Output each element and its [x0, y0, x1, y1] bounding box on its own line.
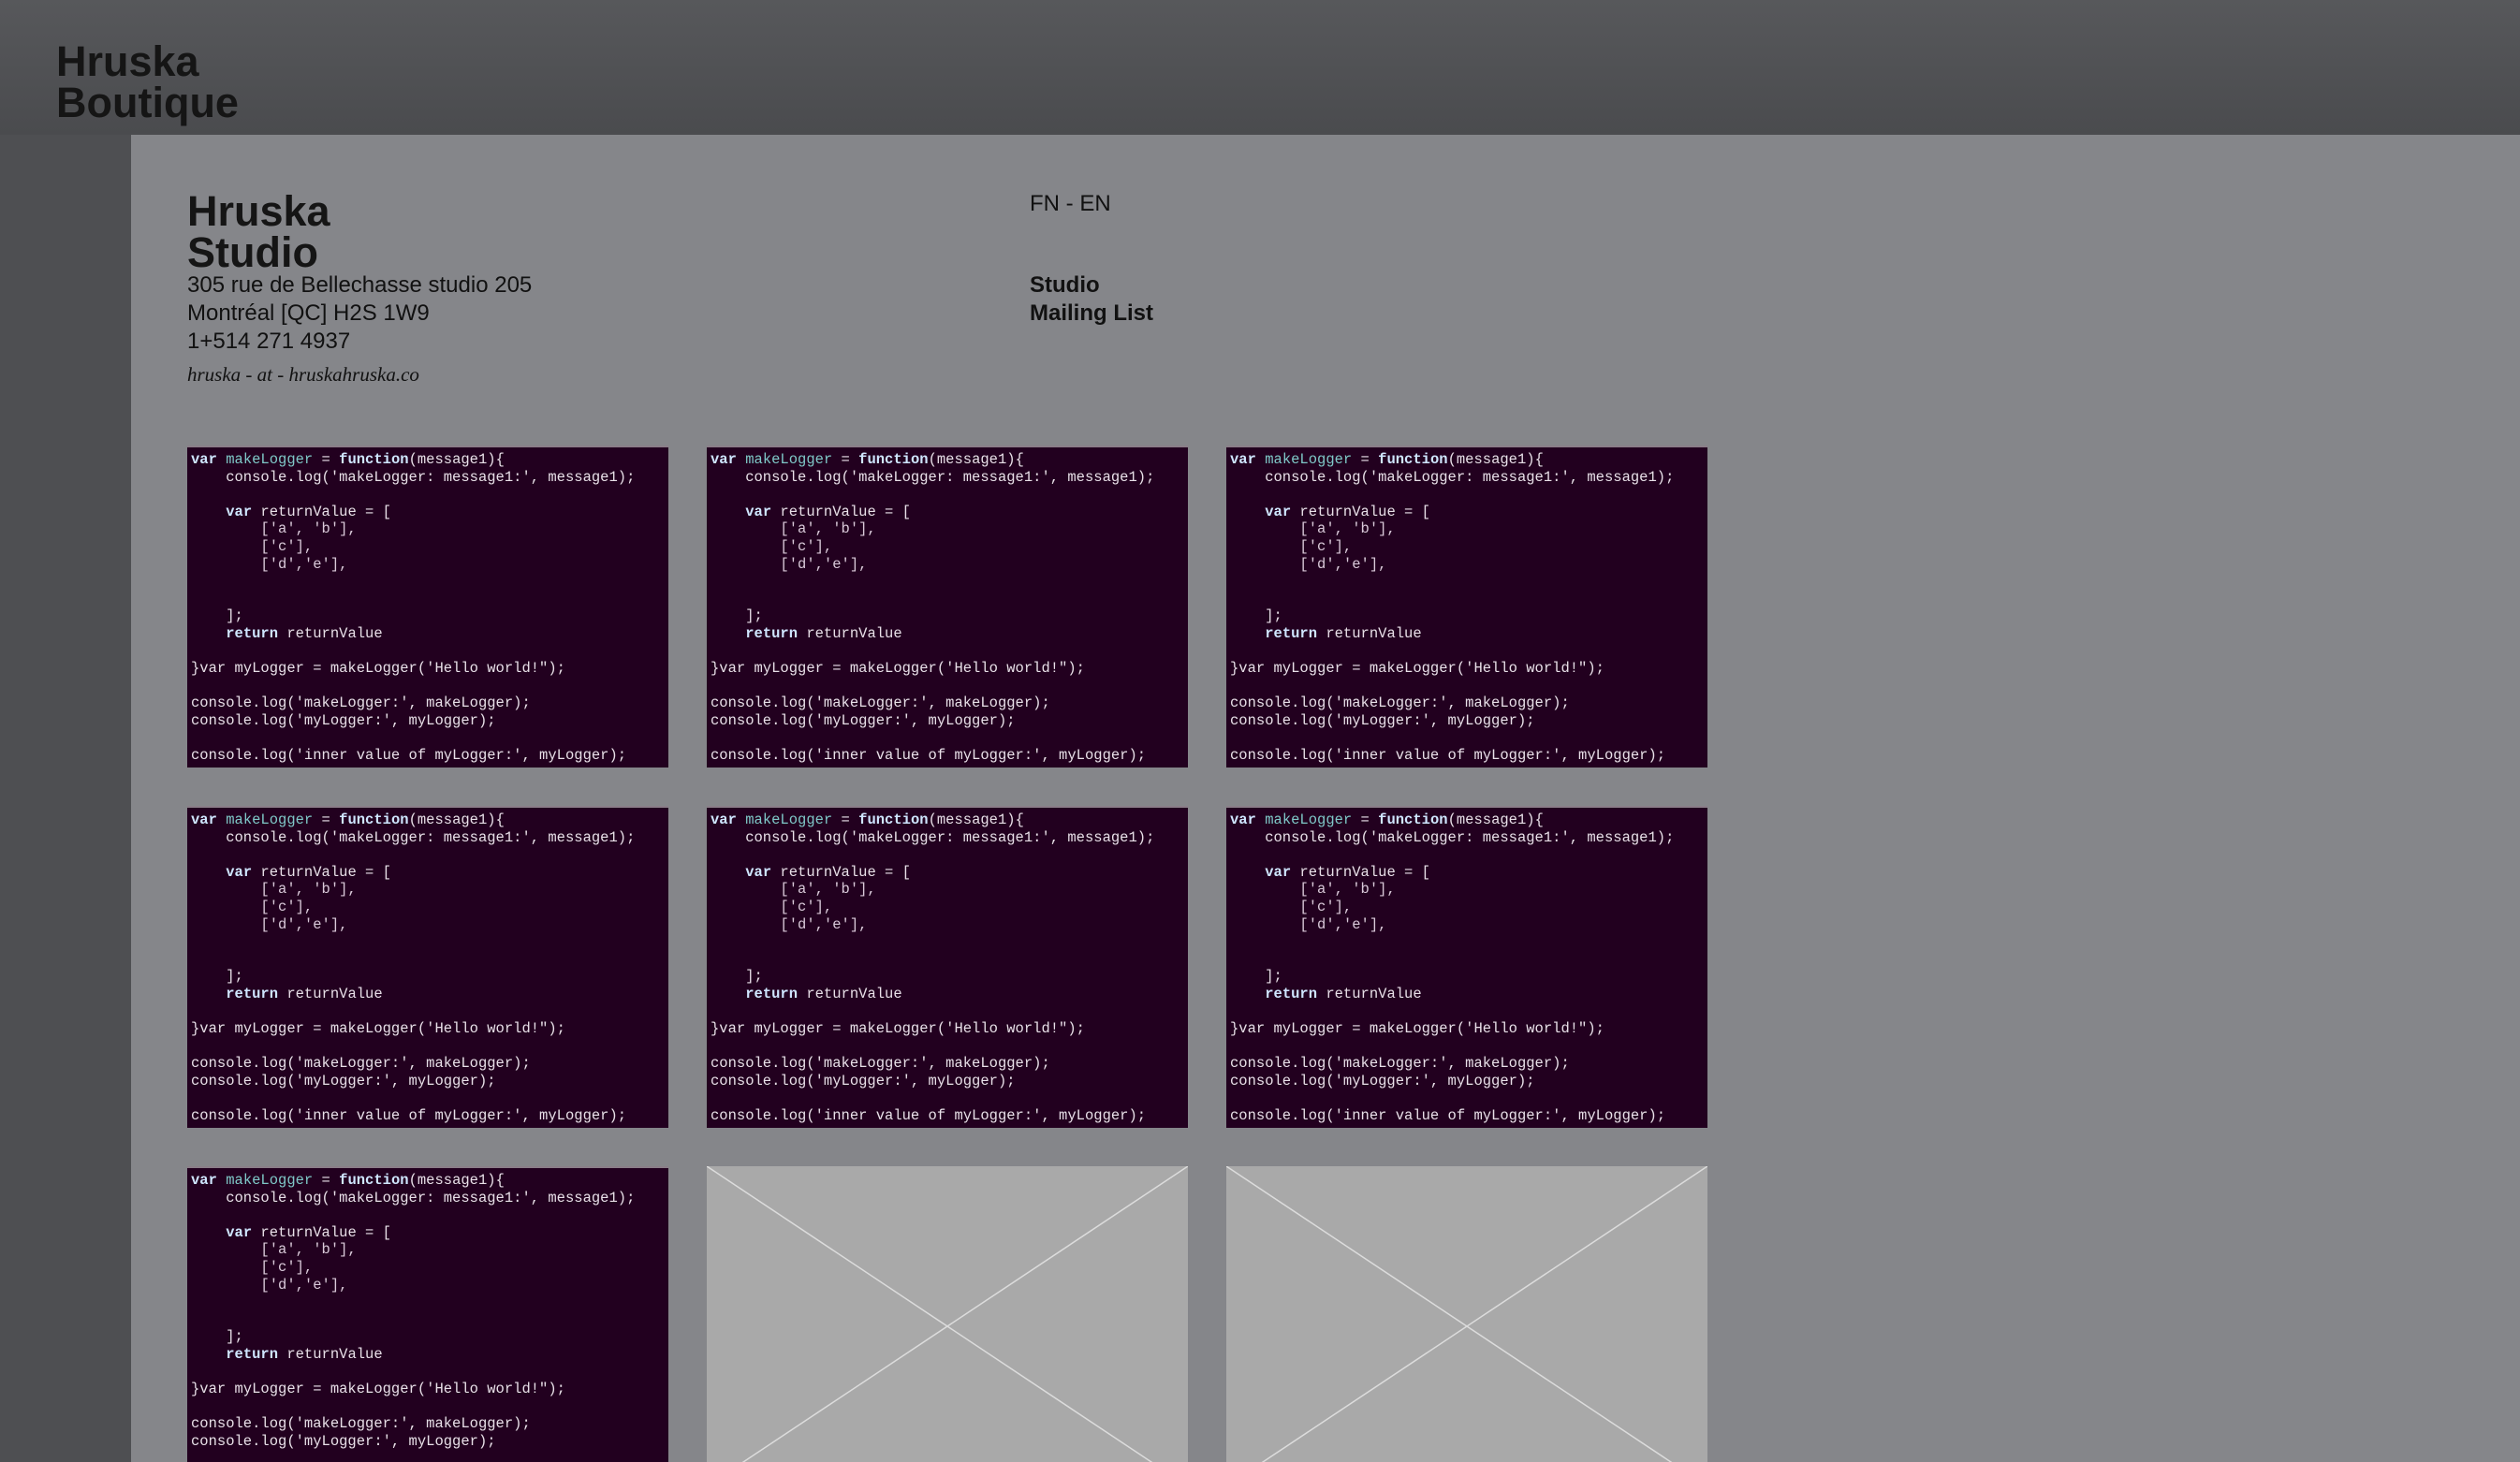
- code-snippet: var makeLogger = function(message1){ con…: [711, 451, 1155, 765]
- address-line-1: 305 rue de Bellechasse studio 205: [187, 272, 533, 298]
- studio-panel: Hruska Studio 305 rue de Bellechasse stu…: [131, 135, 2520, 1462]
- image-placeholder-icon: [707, 1166, 1188, 1462]
- language-switcher: FN - EN: [1030, 191, 1111, 217]
- code-thumbnail[interactable]: var makeLogger = function(message1){ con…: [1226, 806, 1707, 1128]
- top-bar: Hruska Boutique: [0, 0, 2520, 135]
- studio-title-line-2: Studio: [187, 228, 318, 276]
- phone-number: 1+514 271 4937: [187, 329, 351, 354]
- code-snippet: var makeLogger = function(message1){ con…: [191, 811, 636, 1125]
- code-snippet: var makeLogger = function(message1){ con…: [191, 1172, 636, 1450]
- code-thumbnail[interactable]: var makeLogger = function(message1){ con…: [187, 446, 668, 768]
- studio-title-line-1: Hruska: [187, 187, 330, 235]
- code-snippet: var makeLogger = function(message1){ con…: [191, 451, 636, 765]
- image-placeholder[interactable]: [1226, 1166, 1707, 1462]
- code-thumbnail[interactable]: var makeLogger = function(message1){ con…: [187, 806, 668, 1128]
- brand-line-1: Hruska: [56, 37, 199, 85]
- lang-en-link[interactable]: EN: [1079, 191, 1110, 216]
- lang-fr-link[interactable]: FN: [1030, 191, 1060, 216]
- code-snippet: var makeLogger = function(message1){ con…: [1230, 811, 1675, 1125]
- gallery-grid: var makeLogger = function(message1){ con…: [187, 446, 1707, 1462]
- image-placeholder[interactable]: [707, 1166, 1188, 1462]
- nav-mailing-list-link[interactable]: Mailing List: [1030, 300, 1153, 328]
- site-brand[interactable]: Hruska Boutique: [56, 37, 239, 126]
- studio-title: Hruska Studio: [187, 187, 330, 276]
- code-thumbnail[interactable]: var makeLogger = function(message1){ con…: [187, 1166, 668, 1462]
- studio-address: 305 rue de Bellechasse studio 205 Montré…: [187, 271, 532, 356]
- code-snippet: var makeLogger = function(message1){ con…: [711, 811, 1155, 1125]
- brand-line-2: Boutique: [56, 79, 239, 126]
- nav-studio-link[interactable]: Studio: [1030, 271, 1153, 300]
- lang-separator: -: [1060, 191, 1080, 216]
- code-thumbnail[interactable]: var makeLogger = function(message1){ con…: [707, 446, 1188, 768]
- image-placeholder-icon: [1226, 1166, 1707, 1462]
- code-thumbnail[interactable]: var makeLogger = function(message1){ con…: [1226, 446, 1707, 768]
- email-address: hruska - at - hruskahruska.co: [187, 363, 419, 386]
- code-snippet: var makeLogger = function(message1){ con…: [1230, 451, 1675, 765]
- code-thumbnail[interactable]: var makeLogger = function(message1){ con…: [707, 806, 1188, 1128]
- studio-nav: Studio Mailing List: [1030, 271, 1153, 328]
- address-line-2: Montréal [QC] H2S 1W9: [187, 300, 430, 326]
